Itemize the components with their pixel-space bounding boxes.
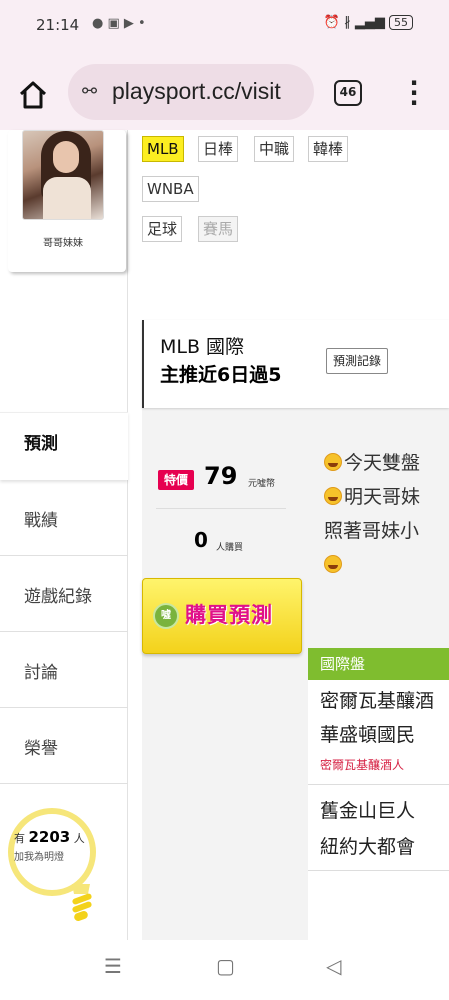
description-line: 照著哥妹小 (324, 520, 420, 542)
pick-label: 密爾瓦基釀酒人 (320, 758, 405, 772)
site-settings-icon[interactable]: ⚯ (82, 81, 97, 102)
sidebar: 哥哥妹妹 預測 戰績 遊戲紀錄 討論 榮譽 有 2203 人 加我為明燈 (0, 130, 128, 940)
battery-icon: 55 (389, 15, 413, 30)
recents-icon[interactable]: ☰ (104, 954, 122, 978)
game-section-header: 國際盤 (308, 648, 449, 680)
coin-icon: 噓 (153, 603, 179, 629)
sidebar-item-label: 討論 (24, 663, 58, 683)
main-content: MLB 日棒 中職 韓棒 WNBA 足球 賽馬 MLB 國際 主推近6日過5 預… (128, 130, 449, 940)
fans-count: 有 2203 人 (14, 828, 85, 846)
price-unit: 元噓幣 (248, 479, 276, 489)
tag-cpbl[interactable]: 中職 (254, 136, 295, 162)
follow-lamp-button[interactable]: 有 2203 人 加我為明燈 (8, 808, 126, 948)
avatar-name: 哥哥妹妹 (43, 238, 83, 249)
tag-mlb[interactable]: MLB (142, 136, 184, 162)
more-vert-icon[interactable]: · · · (402, 71, 426, 115)
smiley-icon (324, 555, 342, 573)
buy-prediction-label: 購買預測 (185, 603, 273, 627)
home-circle-icon[interactable]: ▢ (216, 954, 235, 978)
sidebar-item-label: 榮譽 (24, 739, 58, 759)
buy-prediction-button[interactable]: 噓 購買預測 (142, 578, 302, 654)
status-right: ⏰ ∦ ▂▄▆ 55 (324, 15, 413, 30)
divider (156, 508, 286, 509)
lightbulb-base-icon (72, 884, 92, 922)
tag-horse-racing[interactable]: 賽馬 (198, 216, 239, 242)
buyers-unit: 人購買 (216, 543, 244, 553)
sidebar-item-discussion[interactable]: 討論 (0, 632, 128, 708)
signal-icon: ▂▄▆ (354, 15, 385, 30)
game-list: 密爾瓦基釀酒 華盛頓國民 密爾瓦基釀酒人 舊金山巨人 紐約大都會 (308, 680, 449, 940)
description-line: 今天雙盤 (324, 446, 449, 480)
prediction-record-button[interactable]: 預測記錄 (326, 348, 389, 374)
team-name: 舊金山巨人 (320, 800, 416, 822)
status-time: 21:14 (36, 16, 80, 34)
address-bar[interactable]: ⚯ playsport.cc/visit (68, 64, 314, 120)
browser-chrome: 21:14 ● ▣ ▶ • ⏰ ∦ ▂▄▆ 55 ⚯ playsport.cc/… (0, 0, 449, 130)
smiley-icon (324, 487, 342, 505)
tab-switcher-button[interactable]: 46 (334, 80, 362, 106)
team-name: 華盛頓國民 (320, 724, 416, 746)
price-panel: 特價 79 元噓幣 0 人購買 噓 購買預測 (142, 420, 302, 670)
prediction-subtitle: 主推近6日過5 (160, 364, 282, 386)
divider (308, 870, 449, 871)
buyers-count: 0 (194, 528, 208, 552)
tag-soccer[interactable]: 足球 (142, 216, 183, 242)
sidebar-item-honor[interactable]: 榮譽 (0, 708, 128, 784)
fans-label: 加我為明燈 (14, 852, 64, 863)
smiley-icon (324, 453, 342, 471)
prediction-description: 今天雙盤 明天哥妹 照著哥妹小 (324, 446, 449, 582)
system-nav-bar: ☰ ▢ ◁ (0, 940, 449, 1000)
prediction-title: MLB 國際 (160, 336, 245, 358)
profile-card[interactable]: 哥哥妹妹 (8, 130, 126, 272)
description-line (324, 548, 449, 582)
tag-npb[interactable]: 日棒 (198, 136, 239, 162)
sidebar-item-label: 遊戲紀錄 (24, 587, 92, 607)
chat-notification-icon: ● ▣ ▶ • (92, 16, 146, 31)
sidebar-item-prediction[interactable]: 預測 (0, 412, 128, 480)
back-icon[interactable]: ◁ (326, 954, 341, 978)
price-amount: 79 (204, 462, 238, 490)
sidebar-item-record[interactable]: 戰績 (0, 480, 128, 556)
team-name: 密爾瓦基釀酒 (320, 690, 435, 712)
divider (308, 784, 449, 785)
prediction-header: MLB 國際 主推近6日過5 預測記錄 (142, 320, 449, 408)
tag-wnba[interactable]: WNBA (142, 176, 199, 202)
team-name: 紐約大都會 (320, 836, 416, 858)
url-text: playsport.cc/visit (112, 78, 281, 104)
sidebar-item-label: 戰績 (24, 511, 58, 531)
home-icon[interactable] (16, 78, 50, 112)
tag-kbo[interactable]: 韓棒 (308, 136, 349, 162)
sidebar-item-label: 預測 (24, 434, 58, 454)
description-line: 明天哥妹 (324, 480, 449, 514)
alarm-icon: ⏰ (323, 15, 341, 30)
sidebar-item-game-history[interactable]: 遊戲紀錄 (0, 556, 128, 632)
avatar[interactable] (22, 130, 104, 220)
bluetooth-icon: ∦ (344, 15, 351, 30)
status-bar: 21:14 ● ▣ ▶ • ⏰ ∦ ▂▄▆ 55 (36, 10, 413, 40)
special-price-badge: 特價 (158, 470, 194, 490)
